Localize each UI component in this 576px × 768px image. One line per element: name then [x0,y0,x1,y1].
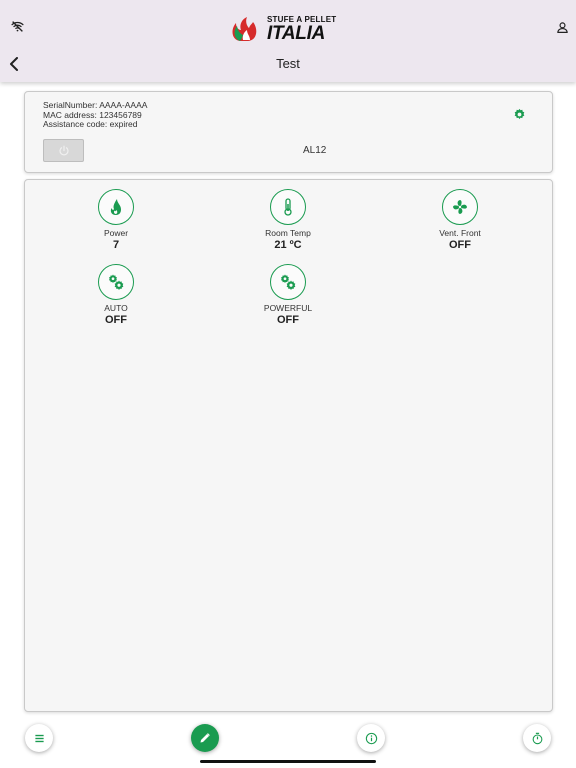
flame-icon [98,189,134,225]
device-model: AL12 [303,145,327,156]
status-item-room-temp[interactable]: Room Temp 21 ºC [233,189,343,251]
status-value: 7 [112,239,120,251]
fan-icon [442,189,478,225]
brand-logo: STUFE A PELLET ITALIA [230,14,348,44]
edit-icon [200,733,210,743]
status-item-power[interactable]: Power 7 [61,189,171,251]
status-value: OFF [449,239,471,251]
power-button[interactable] [43,139,84,162]
status-label: Vent. Front [439,228,481,238]
gears-icon [98,264,134,300]
device-card: SerialNumber: AAAA-AAAA MAC address: 123… [24,91,553,173]
timer-button[interactable] [523,724,551,752]
flame-logo-icon [232,17,257,41]
home-indicator [200,760,376,763]
status-item-powerful[interactable]: POWERFUL OFF [233,264,343,326]
status-label: Room Temp [265,228,311,238]
settings-gear-icon[interactable] [512,107,526,121]
status-label: POWERFUL [263,303,313,313]
status-value: 21 ºC [274,239,302,251]
gears-icon [270,264,306,300]
status-label: AUTO [104,303,128,313]
status-item-vent-front[interactable]: Vent. Front OFF [405,189,515,251]
logo-wordmark: ITALIA [267,22,326,44]
status-item-auto[interactable]: AUTO OFF [61,264,171,326]
top-bar: STUFE A PELLET ITALIA Test [0,0,576,82]
info-icon [365,732,377,744]
edit-button[interactable] [191,724,219,752]
page-title: Test [276,56,300,71]
status-value: OFF [277,314,299,326]
wifi-off-icon [10,19,24,33]
thermometer-icon [270,189,306,225]
device-info: SerialNumber: AAAA-AAAA MAC address: 123… [43,100,147,130]
timer-icon [532,732,542,744]
assistance-code: Assistance code: expired [43,119,138,130]
power-icon [58,145,69,155]
info-button[interactable] [357,724,385,752]
status-value: OFF [105,314,127,326]
user-icon[interactable] [554,19,570,35]
status-panel: Power 7 Room Temp 21 ºC Vent. Front OFF … [24,179,553,712]
menu-list-button[interactable] [25,724,53,752]
status-label: Power [103,228,129,238]
list-icon [34,734,44,742]
